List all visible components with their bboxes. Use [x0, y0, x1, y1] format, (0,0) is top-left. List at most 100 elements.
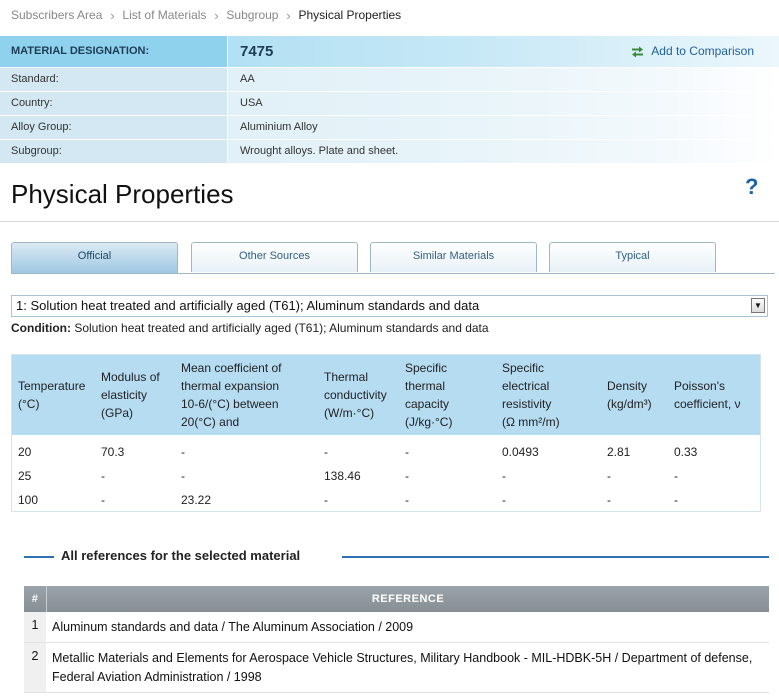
header-line: (kg/dm³)	[607, 397, 652, 411]
header-line: Poisson's	[674, 379, 725, 393]
references-title: All references for the selected material	[61, 548, 301, 563]
country-row: Country: USA	[0, 92, 779, 116]
table-cell: -	[674, 469, 678, 483]
tab-similar-materials[interactable]: Similar Materials	[370, 242, 537, 272]
header-line: (J/kg·°C)	[405, 415, 453, 429]
table-cell: -	[101, 493, 105, 507]
header-line: Modulus of	[101, 370, 160, 384]
subgroup-row: Subgroup: Wrought alloys. Plate and shee…	[0, 140, 779, 164]
table-row: 2 Metallic Materials and Elements for Ae…	[24, 643, 769, 693]
header-density: Density (kg/dm³)	[607, 377, 652, 413]
alloy-group-value: Aluminium Alloy	[240, 121, 318, 133]
table-cell: 0.33	[674, 445, 698, 459]
header-poisson: Poisson's coefficient, ν	[674, 377, 740, 413]
header-line: Mean coefficient of	[181, 361, 282, 375]
header-line: (W/m·°C)	[324, 406, 375, 420]
divider	[0, 221, 779, 222]
table-row: 1 Aluminum standards and data / The Alum…	[24, 612, 769, 643]
table-cell: -	[181, 445, 185, 459]
table-cell: 100	[18, 493, 39, 507]
table-cell: -	[181, 469, 185, 483]
tab-official[interactable]: Official	[11, 242, 178, 273]
breadcrumb-subscribers-area[interactable]: Subscribers Area	[11, 8, 102, 22]
header-line: conductivity	[324, 388, 387, 402]
header-line: resistivity	[502, 397, 552, 411]
header-line: Specific	[502, 361, 545, 375]
table-cell: -	[405, 493, 409, 507]
header-line: Temperature	[18, 379, 86, 393]
standard-label: Standard:	[0, 68, 228, 91]
reference-number: 1	[24, 612, 46, 642]
header-modulus: Modulus of elasticity (GPa)	[101, 368, 160, 422]
condition-dropdown[interactable]: 1: Solution heat treated and artificiall…	[11, 295, 768, 317]
header-line: 10-6/(°C) between	[181, 397, 279, 411]
standard-row: Standard: AA	[0, 68, 779, 92]
header-specific-heat: Specific thermal capacity (J/kg·°C)	[405, 359, 452, 431]
header-line: electrical	[502, 379, 550, 393]
table-cell: -	[324, 445, 328, 459]
reference-text: Aluminum standards and data / The Alumin…	[52, 620, 414, 634]
header-line: elasticity	[101, 388, 148, 402]
help-icon[interactable]: ?	[745, 174, 758, 200]
country-label: Country:	[0, 92, 228, 115]
table-cell: 2.81	[607, 445, 631, 459]
alloy-group-row: Alloy Group: Aluminium Alloy	[0, 116, 779, 140]
divider	[342, 556, 769, 558]
add-to-comparison-button[interactable]: Add to Comparison	[631, 36, 754, 67]
tab-other-sources[interactable]: Other Sources	[191, 242, 358, 272]
header-line: coefficient, ν	[674, 397, 741, 411]
chevron-down-icon[interactable]: ▼	[751, 298, 765, 313]
header-line: capacity	[405, 397, 450, 411]
table-cell: 25	[18, 469, 32, 483]
header-line: (GPa)	[101, 406, 134, 420]
breadcrumb: Subscribers Area › List of Materials › S…	[11, 7, 401, 23]
header-resistivity: Specific electrical resistivity (Ω mm²/m…	[502, 359, 560, 431]
table-cell: -	[607, 493, 611, 507]
designation-label: MATERIAL DESIGNATION:	[0, 36, 228, 67]
header-line: Specific	[405, 361, 448, 375]
table-cell: -	[101, 469, 105, 483]
column-reference-header: REFERENCE	[371, 593, 445, 605]
properties-table-header: Temperature (°C) Modulus of elasticity (…	[12, 355, 760, 435]
breadcrumb-list-of-materials[interactable]: List of Materials	[122, 8, 206, 22]
condition-text: Condition: Solution heat treated and art…	[11, 321, 489, 335]
condition-value: Solution heat treated and artificially a…	[70, 321, 489, 335]
subgroup-value: Wrought alloys. Plate and sheet.	[240, 145, 399, 157]
header-line: Thermal	[324, 370, 369, 384]
chevron-right-icon: ›	[286, 7, 291, 23]
table-cell: 0.0493	[502, 445, 539, 459]
tab-typical[interactable]: Typical	[549, 242, 716, 272]
divider	[24, 556, 54, 558]
tab-bar: Official Other Sources Similar Materials…	[11, 242, 775, 274]
table-cell: -	[324, 493, 328, 507]
table-cell: 20	[18, 445, 32, 459]
table-cell: -	[405, 445, 409, 459]
table-cell: 23.22	[181, 493, 212, 507]
table-cell: 138.46	[324, 469, 361, 483]
reference-number: 2	[24, 643, 46, 692]
subgroup-label: Subgroup:	[0, 140, 228, 163]
standard-value: AA	[240, 73, 255, 85]
alloy-group-label: Alloy Group:	[0, 116, 228, 139]
header-thermal-expansion: Mean coefficient of thermal expansion 10…	[181, 359, 282, 431]
header-line: 20(°C) and	[181, 415, 240, 429]
column-number-header: #	[24, 586, 47, 612]
table-cell: -	[674, 493, 678, 507]
designation-row: MATERIAL DESIGNATION: 7475 Add to Compar…	[0, 36, 779, 68]
reference-text: Metallic Materials and Elements for Aero…	[52, 651, 753, 684]
condition-dropdown-value: 1: Solution heat treated and artificiall…	[16, 298, 480, 313]
page-title: Physical Properties	[11, 179, 234, 209]
table-cell: -	[502, 469, 506, 483]
header-line: thermal	[405, 379, 446, 393]
chevron-right-icon: ›	[214, 7, 219, 23]
material-designation-panel: MATERIAL DESIGNATION: 7475 Add to Compar…	[0, 36, 779, 164]
breadcrumb-subgroup[interactable]: Subgroup	[226, 8, 278, 22]
add-to-comparison-label: Add to Comparison	[651, 44, 754, 58]
condition-label: Condition:	[11, 321, 71, 335]
breadcrumb-current: Physical Properties	[298, 8, 402, 22]
references-heading: All references for the selected material	[24, 548, 769, 566]
designation-value-cell: 7475 Add to Comparison	[228, 36, 779, 67]
designation-value: 7475	[240, 43, 274, 60]
header-thermal-conductivity: Thermal conductivity (W/m·°C)	[324, 368, 387, 422]
table-cell: -	[607, 469, 611, 483]
